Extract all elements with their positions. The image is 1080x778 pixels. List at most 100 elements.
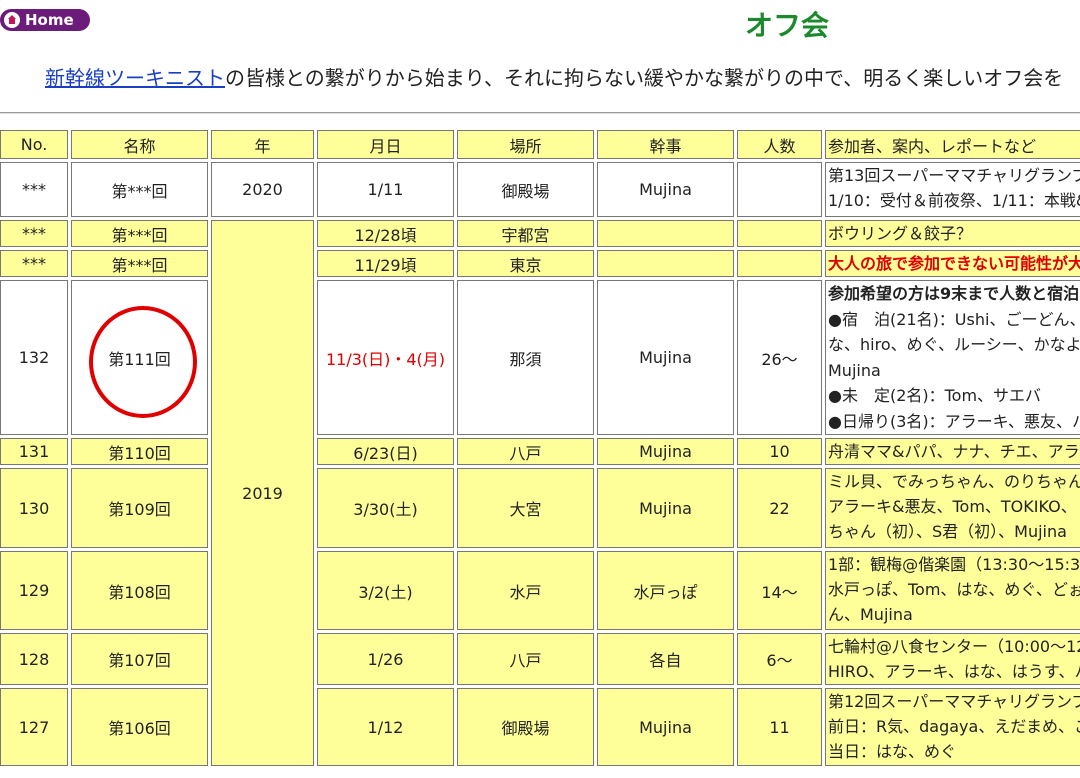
shinkansen-tsukinist-link[interactable]: 新幹線ツーキニスト xyxy=(45,66,225,90)
cell-name: 第***回 xyxy=(71,250,208,277)
note-line: 1部：観梅@偕楽園（13:30～15:30 xyxy=(828,555,1080,574)
intro-body: の皆様との繋がりから始まり、それに拘らない緩やかな繋がりの中で、明るく楽しいオフ… xyxy=(225,66,1064,90)
events-table-wrapper: No. 名称 年 月日 場所 幹事 人数 参加者、案内、レポートなど *** 第… xyxy=(0,127,1080,778)
cell-place: 那須 xyxy=(457,280,594,435)
cell-organizer xyxy=(597,220,734,247)
header-place: 場所 xyxy=(457,130,594,159)
cell-name: 第106回 xyxy=(71,688,208,766)
table-row: 128 第107回 1/26 八戸 各自 6～ 七輪村@八食センター（10:00… xyxy=(0,633,1080,685)
cell-count xyxy=(737,220,822,247)
table-row: 130 第109回 3/30(土) 大宮 Mujina 22 ミル貝、でみっちゃ… xyxy=(0,468,1080,548)
header-organizer: 幹事 xyxy=(597,130,734,159)
cell-no: 130 xyxy=(0,468,68,548)
cell-count xyxy=(737,162,822,217)
header-notes: 参加者、案内、レポートなど xyxy=(825,130,1080,159)
header-year: 年 xyxy=(211,130,314,159)
cell-name: 第109回 xyxy=(71,468,208,548)
cell-notes: 七輪村@八食センター（10:00～12 HIRO、アラーキ、はな、はうす、ハ xyxy=(825,633,1080,685)
page: Home オフ会 新幹線ツーキニストの皆様との繋がりから始まり、それに拘らない緩… xyxy=(0,0,1080,778)
cell-place: 水戸 xyxy=(457,551,594,630)
intro-text: 新幹線ツーキニストの皆様との繋がりから始まり、それに拘らない緩やかな繋がりの中で… xyxy=(45,62,1063,91)
cell-place: 御殿場 xyxy=(457,162,594,217)
cell-name: 第107回 xyxy=(71,633,208,685)
cell-notes: 参加希望の方は9末まで人数と宿泊の ●宿 泊(21名)：Ushi、ごーどん、 な、h… xyxy=(825,280,1080,435)
cell-notes: 第13回スーパーママチャリグランプ 1/10：受付＆前夜祭、1/11：本戦& xyxy=(825,162,1080,217)
note-line: ミル貝、でみっちゃん、のりちゃん xyxy=(828,472,1080,491)
note-line: 第12回スーパーママチャリグランプ xyxy=(828,692,1080,711)
cell-organizer xyxy=(597,250,734,277)
cell-date: 1/12 xyxy=(317,688,454,766)
home-button-label: Home xyxy=(25,11,74,29)
cell-place: 御殿場 xyxy=(457,688,594,766)
note-line: 当日：はな、めぐ xyxy=(828,742,957,761)
divider xyxy=(0,112,1080,114)
cell-count: 14～ xyxy=(737,551,822,630)
cell-count: 11 xyxy=(737,688,822,766)
table-row: 131 第110回 6/23(日) 八戸 Mujina 10 舟清ママ&パパ、ナ… xyxy=(0,438,1080,465)
cell-no: 127 xyxy=(0,688,68,766)
cell-place: 大宮 xyxy=(457,468,594,548)
note-line: ●宿 泊(21名)：Ushi、ごーどん、 xyxy=(828,309,1080,329)
cell-name: 第108回 xyxy=(71,551,208,630)
table-row: *** 第***回 11/29頃 東京 大人の旅で参加できない可能性が大 xyxy=(0,250,1080,277)
cell-organizer: 各自 xyxy=(597,633,734,685)
cell-organizer: Mujina xyxy=(597,468,734,548)
cell-organizer: Mujina xyxy=(597,162,734,217)
header-count: 人数 xyxy=(737,130,822,159)
cell-name: 第***回 xyxy=(71,162,208,217)
note-line: HIRO、アラーキ、はな、はうす、ハ xyxy=(828,662,1080,681)
note-line: 大人の旅で参加できない可能性が大 xyxy=(828,254,1080,273)
cell-organizer: 水戸っぽ xyxy=(597,551,734,630)
table-row: 127 第106回 1/12 御殿場 Mujina 11 第12回スーパーママチ… xyxy=(0,688,1080,766)
cell-date: 1/11 xyxy=(317,162,454,217)
cell-organizer: Mujina xyxy=(597,688,734,766)
note-line: ちゃん（初）、S君（初）、Mujina xyxy=(828,522,1067,541)
cell-date: 3/30(土) xyxy=(317,468,454,548)
cell-no: *** xyxy=(0,162,68,217)
cell-name-text: 第111回 xyxy=(108,349,171,369)
note-line: な、hiro、めぐ、ルーシー、かなよ xyxy=(828,335,1080,354)
cell-count: 10 xyxy=(737,438,822,465)
cell-place: 宇都宮 xyxy=(457,220,594,247)
note-line: 舟清ママ&パパ、ナナ、チエ、アラ xyxy=(828,442,1080,461)
note-line: 水戸っぽ、Tom、はな、めぐ、どぉ xyxy=(828,580,1080,599)
note-line: 第13回スーパーママチャリグランプ xyxy=(828,166,1080,185)
cell-no: 129 xyxy=(0,551,68,630)
note-line: ●日帰り(3名)：アラーキ、悪友、ハ xyxy=(828,411,1080,431)
note-line: Mujina xyxy=(828,360,881,380)
cell-no: *** xyxy=(0,220,68,247)
highlight-circle: 第111回 xyxy=(89,305,197,418)
table-row: 132 第111回 11/3(日)・4(月) 那須 Mujina 26～ 参加希… xyxy=(0,280,1080,435)
cell-date: 12/28頃 xyxy=(317,220,454,247)
cell-place: 八戸 xyxy=(457,438,594,465)
cell-name: 第111回 xyxy=(71,280,208,435)
cell-date: 3/2(土) xyxy=(317,551,454,630)
header-no: No. xyxy=(0,130,68,159)
home-button[interactable]: Home xyxy=(0,9,90,31)
cell-name: 第110回 xyxy=(71,438,208,465)
cell-count: 22 xyxy=(737,468,822,548)
cell-count xyxy=(737,250,822,277)
cell-notes: 舟清ママ&パパ、ナナ、チエ、アラ xyxy=(825,438,1080,465)
house-icon xyxy=(4,12,20,28)
cell-no: 128 xyxy=(0,633,68,685)
cell-year: 2020 xyxy=(211,162,314,217)
note-line: アラーキ&悪友、Tom、TOKIKO、 xyxy=(828,497,1077,516)
table-row: *** 第***回 2019 12/28頃 宇都宮 ボウリング＆餃子？ xyxy=(0,220,1080,766)
note-line: 前日：R気、dagaya、えだまめ、こ xyxy=(828,717,1080,736)
note-line: ●未 定(2名)：Tom、サエバ xyxy=(828,386,1042,405)
table-row: *** 第***回 2020 1/11 御殿場 Mujina 第13回スーパーマ… xyxy=(0,162,1080,217)
cell-place: 東京 xyxy=(457,250,594,277)
note-line: 参加希望の方は9末まで人数と宿泊の xyxy=(828,284,1080,303)
note-line: ボウリング＆餃子？ xyxy=(828,224,973,243)
cell-date: 11/29頃 xyxy=(317,250,454,277)
note-line: 1/10：受付＆前夜祭、1/11：本戦& xyxy=(828,191,1080,210)
cell-count: 6～ xyxy=(737,633,822,685)
page-title: オフ会 xyxy=(745,9,830,42)
header-name: 名称 xyxy=(71,130,208,159)
cell-notes: ボウリング＆餃子？ xyxy=(825,220,1080,247)
cell-notes: ミル貝、でみっちゃん、のりちゃん アラーキ&悪友、Tom、TOKIKO、 ちゃん（初… xyxy=(825,468,1080,548)
cell-no: *** xyxy=(0,250,68,277)
cell-no: 131 xyxy=(0,438,68,465)
cell-place: 八戸 xyxy=(457,633,594,685)
